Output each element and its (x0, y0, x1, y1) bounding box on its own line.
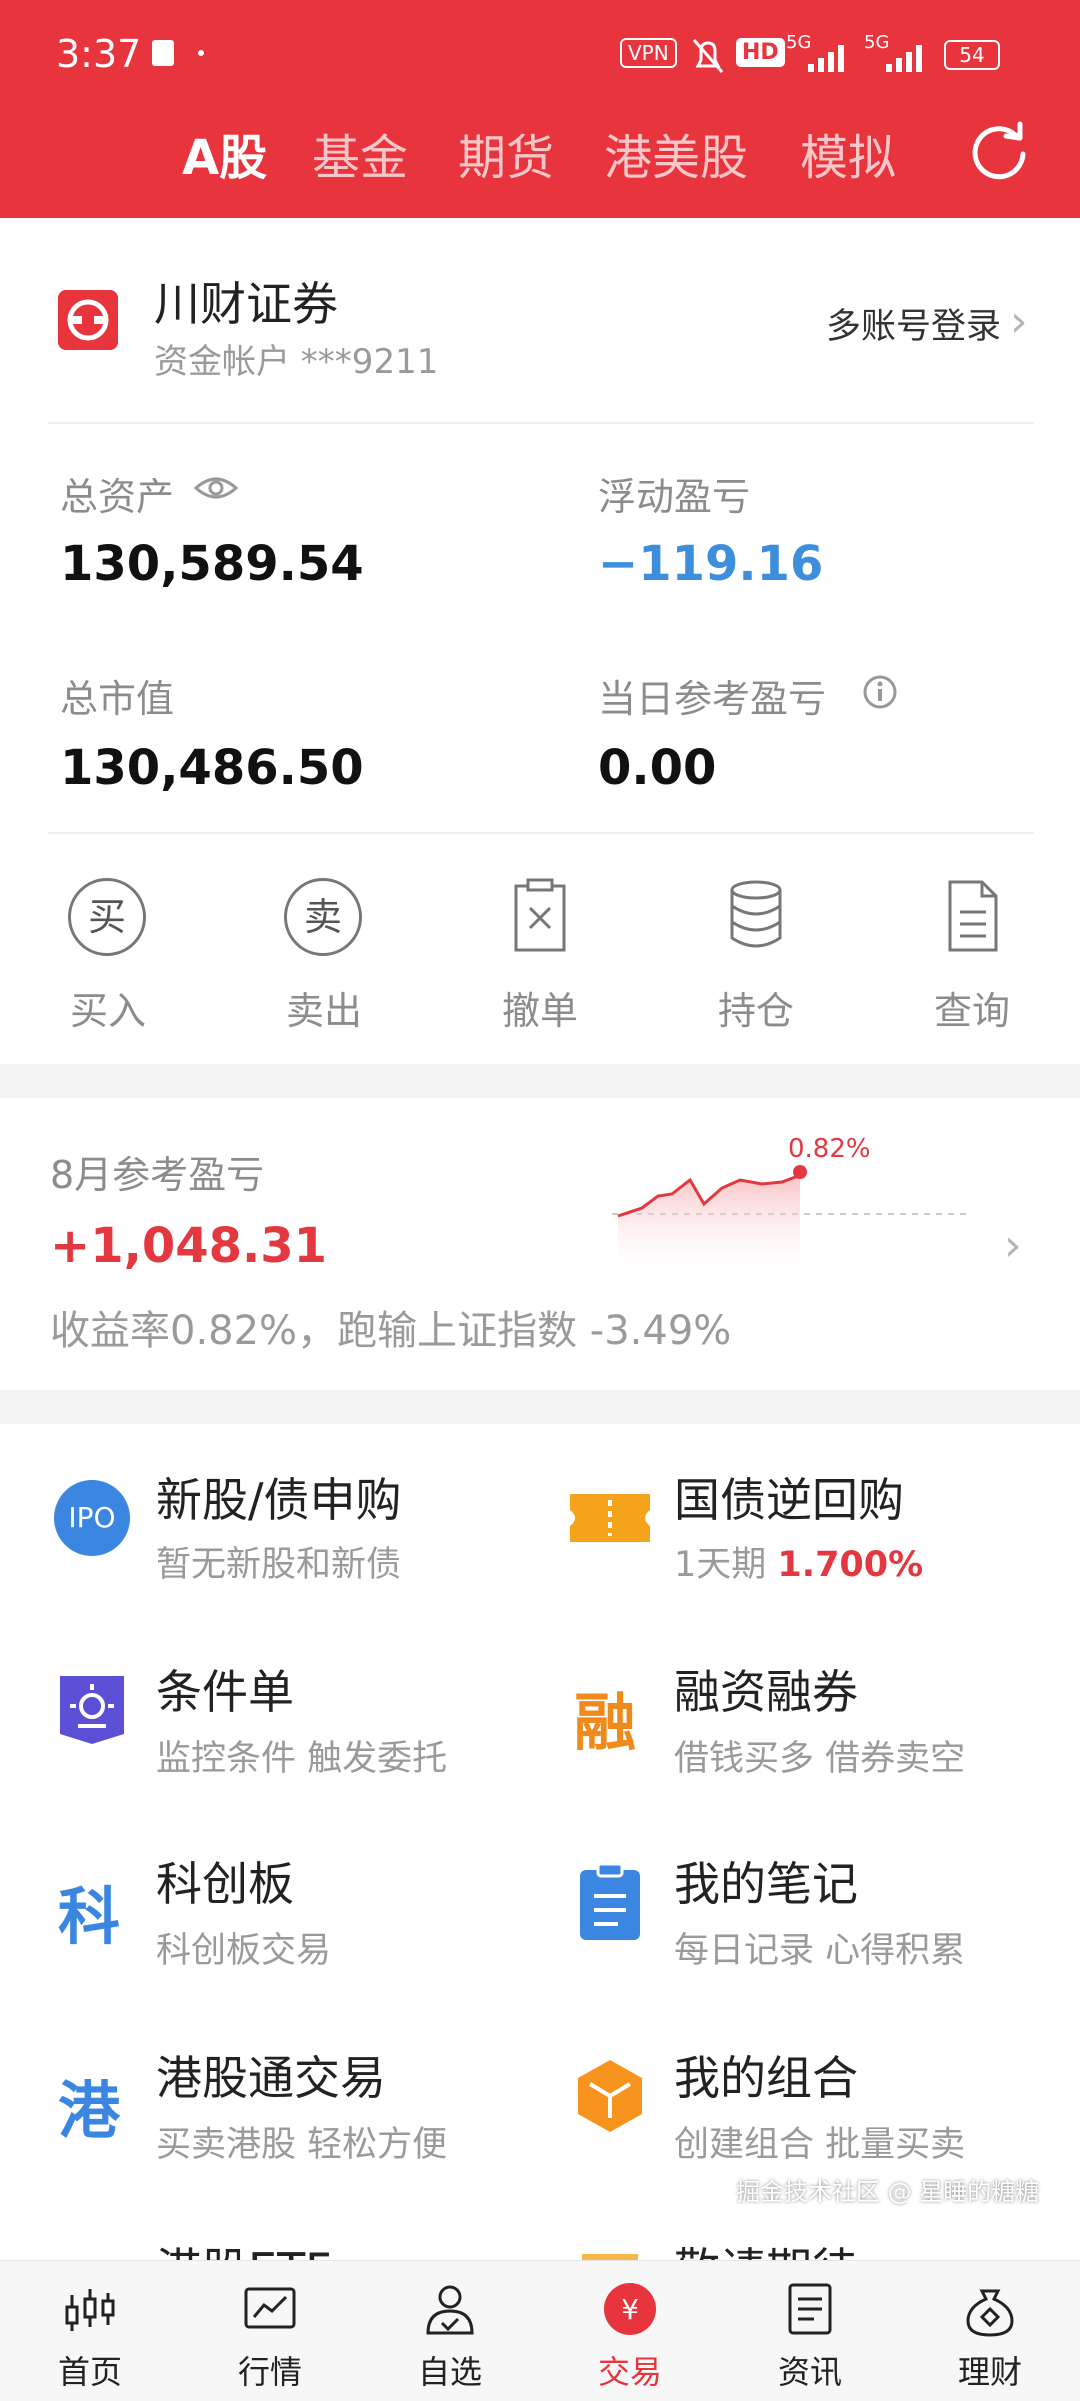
market-value: 130,486.50 (60, 740, 364, 796)
status-time: 3:37 (56, 32, 142, 76)
news-icon (788, 2283, 832, 2335)
divider (48, 422, 1034, 424)
ipo-subscription-title[interactable]: 新股/债申购 (156, 1464, 402, 1530)
condition-order-sub: 监控条件 触发委托 (156, 1739, 448, 1779)
repo-sub: 1天期 1.700% (674, 1536, 923, 1587)
ipo-icon: IPO (54, 1480, 130, 1556)
mute-bell-icon (692, 39, 724, 73)
notes-icon (580, 1862, 640, 1940)
info-icon[interactable] (862, 674, 898, 710)
ticket-icon (570, 1494, 650, 1542)
nav-home-label: 首页 (57, 2353, 122, 2391)
monthly-pl-value: +1,048.31 (50, 1218, 328, 1274)
vpn-icon: VPN (620, 38, 677, 68)
condition-order-title[interactable]: 条件单 (156, 1656, 294, 1722)
condition-order-icon (60, 1676, 124, 1744)
divider (48, 832, 1034, 834)
float-pl-value: −119.16 (598, 536, 824, 592)
total-assets-label: 总资产 (60, 475, 175, 519)
multi-account-login[interactable]: 多账号登录 (826, 298, 1001, 349)
repo-rate: 1.700% (777, 1545, 924, 1585)
star-market-icon: 科 (58, 1880, 121, 1953)
tab-funds[interactable]: 基金 (312, 118, 408, 188)
margin-trading-title[interactable]: 融资融券 (674, 1656, 858, 1722)
nav-news[interactable]: 资讯 (740, 2261, 880, 2401)
svg-text:¥: ¥ (621, 2293, 639, 2326)
repo-term: 1天期 (674, 1545, 767, 1585)
broker-logo-icon (58, 290, 118, 350)
nav-market[interactable]: 行情 (200, 2261, 340, 2401)
refresh-icon[interactable] (968, 120, 1030, 182)
margin-trading-sub: 借钱买多 借券卖空 (674, 1739, 966, 1779)
sell-icon: 卖 (284, 878, 362, 956)
bottom-nav: 首页 行情 自选 ¥ 交易 资讯 理财 (0, 2260, 1080, 2401)
total-assets-value: 130,589.54 (60, 536, 364, 592)
nav-trade[interactable]: ¥ 交易 (560, 2261, 700, 2401)
portfolio-icon (578, 2060, 642, 2132)
cancel-order-icon (514, 878, 566, 952)
ipo-subscription-sub: 暂无新股和新债 (156, 1545, 402, 1585)
star-market-title[interactable]: 科创板 (156, 1848, 294, 1914)
dot-icon (198, 50, 204, 56)
nav-market-label: 行情 (237, 2353, 302, 2391)
monthly-pl-description: 收益率0.82%，跑输上证指数 -3.49% (50, 1308, 732, 1354)
nav-watchlist-label: 自选 (417, 2353, 482, 2391)
hk-connect-icon: 港 (58, 2074, 121, 2147)
my-portfolio-sub: 创建组合 批量买卖 (674, 2125, 966, 2165)
my-portfolio-title[interactable]: 我的组合 (674, 2042, 858, 2108)
holdings-icon (730, 880, 782, 948)
buy-icon: 买 (68, 878, 146, 956)
home-icon (65, 2289, 115, 2331)
sell-label: 卖出 (285, 989, 362, 1033)
query-label: 查询 (933, 989, 1010, 1033)
nav-watchlist[interactable]: 自选 (380, 2261, 520, 2401)
nav-news-label: 资讯 (777, 2353, 842, 2391)
tab-hk-us[interactable]: 港美股 (604, 118, 748, 188)
nav-wealth-label: 理财 (957, 2353, 1022, 2391)
market-icon (244, 2287, 296, 2329)
tab-a-shares[interactable]: A股 (182, 118, 267, 188)
hk-connect-sub: 买卖港股 轻松方便 (156, 2125, 448, 2165)
nav-home[interactable]: 首页 (20, 2261, 160, 2401)
account-number: 资金帐户 ***9211 (154, 342, 439, 382)
wealth-icon (966, 2289, 1014, 2337)
chevron-right-icon[interactable]: › (1010, 296, 1028, 347)
watchlist-icon (426, 2285, 474, 2335)
holdings-label: 持仓 (717, 989, 794, 1033)
cancel-order-label: 撤单 (501, 989, 578, 1033)
query-icon (948, 880, 998, 952)
nav-trade-label: 交易 (597, 2353, 662, 2391)
nav-wealth[interactable]: 理财 (920, 2261, 1060, 2401)
daily-pl-value: 0.00 (598, 740, 717, 796)
monthly-pl-title: 8月参考盈亏 (50, 1153, 265, 1197)
hd-icon: HD (736, 38, 785, 67)
tab-futures[interactable]: 期货 (458, 118, 554, 188)
signal-icon-1 (808, 45, 844, 72)
market-value-label: 总市值 (60, 677, 175, 721)
my-notes-title[interactable]: 我的笔记 (674, 1848, 858, 1914)
battery-icon: 54 (944, 40, 1000, 70)
chevron-right-icon[interactable]: › (1004, 1220, 1022, 1271)
market-tabs: A股 基金 期货 港美股 模拟 (0, 118, 1080, 188)
broker-name: 川财证券 (154, 277, 338, 331)
repo-title[interactable]: 国债逆回购 (674, 1464, 904, 1530)
daily-pl-label: 当日参考盈亏 (598, 677, 827, 721)
sim-icon (152, 40, 174, 66)
buy-label: 买入 (69, 989, 146, 1033)
monthly-sparkline (612, 1165, 972, 1280)
hk-connect-title[interactable]: 港股通交易 (156, 2042, 386, 2108)
trade-icon: ¥ (604, 2283, 656, 2335)
margin-icon: 融 (574, 1686, 637, 1759)
eye-icon[interactable] (194, 472, 238, 504)
watermark: 掘金技术社区 @ 星睡的糖糖 (736, 2178, 1040, 2206)
status-bar: 3:37 VPN HD 5G 5G 54 (0, 0, 1080, 110)
signal-icon-2 (886, 45, 922, 72)
float-pl-label: 浮动盈亏 (598, 475, 751, 519)
my-notes-sub: 每日记录 心得积累 (674, 1931, 966, 1971)
tab-simulation[interactable]: 模拟 (800, 118, 896, 188)
app-header: 3:37 VPN HD 5G 5G 54 A股 基金 期货 港美股 模拟 (0, 0, 1080, 218)
star-market-sub: 科创板交易 (156, 1931, 332, 1971)
